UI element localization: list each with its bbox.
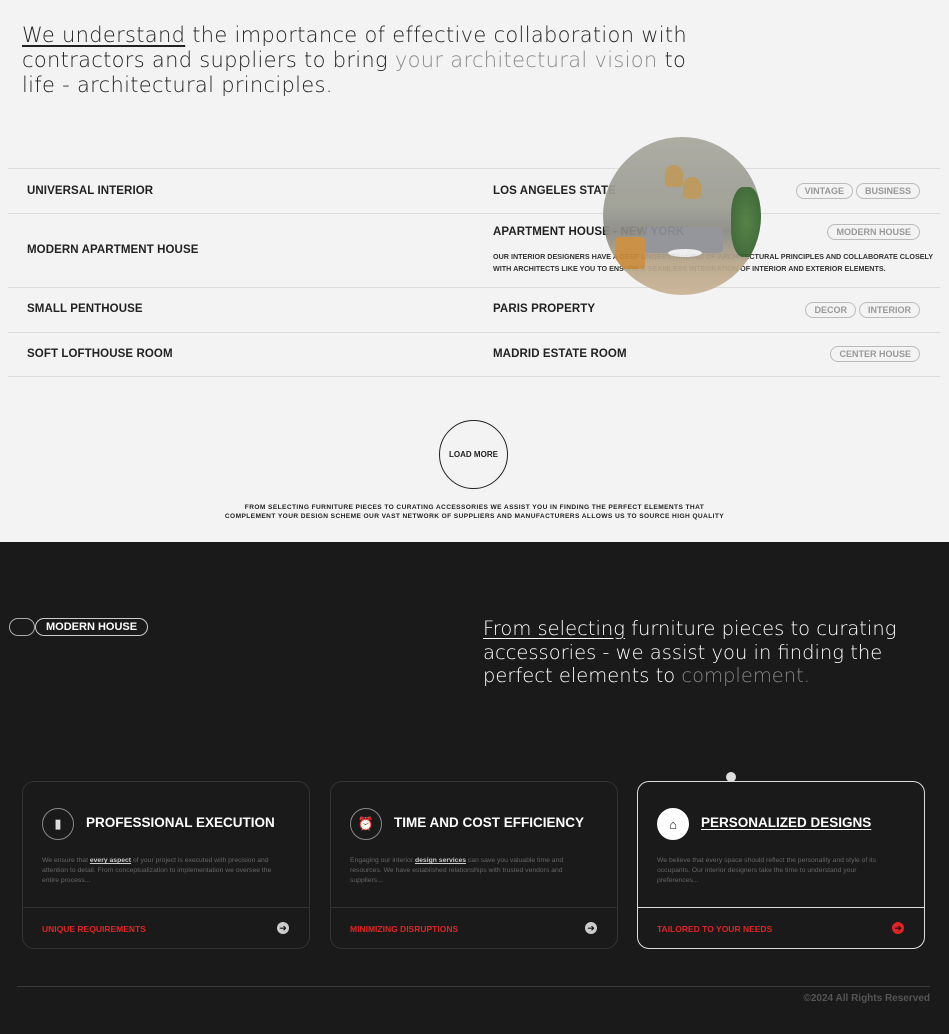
divider: [8, 376, 940, 377]
copyright: ©2024 All Rights Reserved: [803, 993, 931, 1004]
card-title: TIME AND COST EFFICIENCY: [394, 815, 585, 830]
project-link[interactable]: LOS ANGELES STATE: [493, 185, 616, 197]
tag[interactable]: CENTER HOUSE: [830, 346, 920, 362]
card-divider: [331, 907, 617, 908]
alarm-clock-icon: ⏰: [350, 808, 382, 840]
projects-section: We understand the importance of effectiv…: [0, 0, 949, 542]
card-link[interactable]: TAILORED TO YOUR NEEDS: [657, 924, 772, 934]
category-pill: MODERN HOUSE: [9, 618, 149, 636]
lamp-shape: [683, 177, 701, 199]
footer-divider: [17, 986, 930, 987]
project-link[interactable]: MODERN APARTMENT HOUSE: [27, 244, 199, 256]
project-link[interactable]: MADRID ESTATE ROOM: [493, 348, 627, 360]
project-hover-image: [603, 137, 761, 295]
divider: [8, 213, 940, 214]
card-divider: [23, 907, 309, 908]
tag-group: MODERN HOUSE: [827, 224, 920, 240]
card-title: PROFESSIONAL EXECUTION: [86, 815, 275, 830]
intro-highlight: your architectural vision: [394, 48, 658, 72]
small-description: FROM SELECTING FURNITURE PIECES TO CURAT…: [0, 503, 949, 521]
card-text-part: Engaging our interior: [350, 857, 415, 864]
card-text: Engaging our interior design services ca…: [350, 856, 580, 886]
card-text-part: We believe that every space should refle…: [657, 857, 877, 884]
card-link[interactable]: MINIMIZING DISRUPTIONS: [350, 924, 458, 934]
service-card[interactable]: ⏰ TIME AND COST EFFICIENCY Engaging our …: [330, 781, 618, 949]
lamp-shape: [665, 165, 683, 187]
project-link[interactable]: SMALL PENTHOUSE: [27, 303, 143, 315]
card-text-part: We ensure that: [42, 857, 90, 864]
tag-group: VINTAGE BUSINESS: [795, 183, 920, 199]
tag-group: DECOR INTERIOR: [805, 302, 920, 318]
divider: [8, 168, 940, 169]
heading-grey: complement.: [681, 664, 811, 687]
arrow-right-icon[interactable]: ➜: [585, 922, 597, 934]
tag[interactable]: INTERIOR: [858, 302, 920, 318]
project-link[interactable]: UNIVERSAL INTERIOR: [27, 185, 153, 197]
card-link[interactable]: UNIQUE REQUIREMENTS: [42, 924, 146, 934]
table-shape: [668, 249, 702, 257]
bookmark-icon: ▮: [42, 808, 74, 840]
project-link[interactable]: PARIS PROPERTY: [493, 303, 595, 315]
pill-modern-house[interactable]: MODERN HOUSE: [35, 618, 149, 636]
heading-link[interactable]: From selecting: [483, 617, 625, 640]
tag[interactable]: DECOR: [805, 302, 856, 318]
load-more-button[interactable]: LOAD MORE: [439, 420, 508, 489]
card-title[interactable]: PERSONALIZED DESIGNS: [701, 815, 871, 830]
divider: [8, 332, 940, 333]
card-text-link[interactable]: design services: [415, 857, 466, 864]
arrow-right-icon[interactable]: ➜: [277, 922, 289, 934]
pill-empty[interactable]: [9, 618, 35, 636]
tag-group: CENTER HOUSE: [830, 346, 920, 362]
tag[interactable]: BUSINESS: [855, 183, 920, 199]
card-text: We believe that every space should refle…: [657, 856, 887, 886]
tag[interactable]: VINTAGE: [795, 183, 853, 199]
card-text-link[interactable]: every aspect: [90, 857, 131, 864]
intro-link[interactable]: We understand: [22, 23, 185, 47]
small-text-line: FROM SELECTING FURNITURE PIECES TO CURAT…: [244, 504, 705, 511]
intro-heading: We understand the importance of effectiv…: [22, 23, 722, 98]
service-card-active[interactable]: ⌂ PERSONALIZED DESIGNS We believe that e…: [637, 781, 925, 949]
project-link[interactable]: SOFT LOFTHOUSE ROOM: [27, 348, 173, 360]
service-card[interactable]: ▮ PROFESSIONAL EXECUTION We ensure that …: [22, 781, 310, 949]
small-text-line: COMPLEMENT YOUR DESIGN SCHEME OUR VAST N…: [224, 513, 725, 520]
chair-shape: [615, 237, 645, 269]
plant-shape: [731, 187, 761, 257]
tag[interactable]: MODERN HOUSE: [827, 224, 920, 240]
card-text: We ensure that every aspect of your proj…: [42, 856, 272, 886]
home-icon: ⌂: [657, 808, 689, 840]
divider: [8, 287, 940, 288]
section-heading: From selecting furniture pieces to curat…: [483, 617, 913, 688]
card-divider: [638, 907, 924, 908]
arrow-right-icon[interactable]: ➜: [892, 922, 904, 934]
